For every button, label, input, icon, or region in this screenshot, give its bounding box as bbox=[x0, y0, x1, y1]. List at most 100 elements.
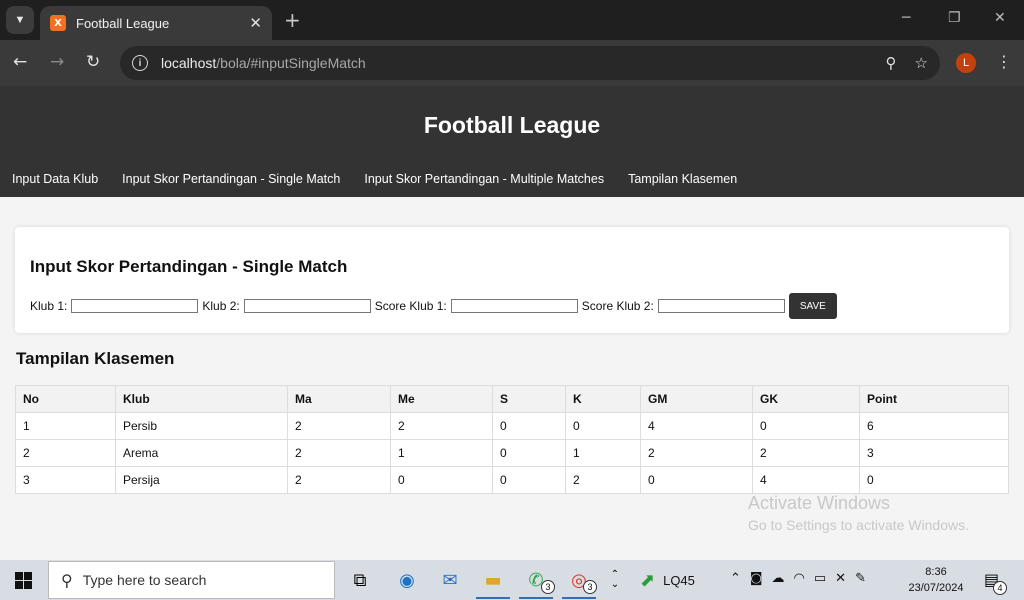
table-row: 1 Persib 2 2 0 0 4 0 6 bbox=[15, 412, 1009, 440]
column-header: GK bbox=[752, 385, 860, 413]
tab-title: Football League bbox=[76, 15, 170, 31]
klub1-label: Klub 1: bbox=[30, 299, 68, 313]
battery-icon[interactable]: ▭ bbox=[814, 571, 826, 586]
search-placeholder: Type here to search bbox=[82, 572, 207, 588]
table-cell: 6 bbox=[859, 412, 1009, 440]
search-icon: ⚲ bbox=[61, 570, 73, 590]
edge-icon[interactable]: ◉ bbox=[395, 569, 419, 591]
klub1-input[interactable] bbox=[71, 299, 199, 313]
table-cell: 0 bbox=[492, 466, 566, 494]
site-title: Football League bbox=[423, 112, 601, 138]
address-bar[interactable]: i localhost /bola/#inputSingleMatch ⚲ ☆ bbox=[120, 46, 940, 80]
whatsapp-badge: 3 bbox=[541, 580, 555, 594]
table-cell: Arema bbox=[115, 439, 288, 467]
mail-icon[interactable]: ✉ bbox=[438, 569, 462, 591]
nav-input-single-match[interactable]: Input Skor Pertandingan - Single Match bbox=[122, 172, 340, 186]
tab-search-button[interactable]: ▼ bbox=[6, 6, 34, 34]
main-nav: Input Data Klub Input Skor Pertandingan … bbox=[12, 172, 737, 186]
windows-taskbar: ⚲ Type here to search ⧉ ◉ ✉ ▬ ✆ 3 ◎ 3 ⌃ ⌄… bbox=[0, 560, 1024, 600]
score2-input[interactable] bbox=[657, 299, 785, 313]
stock-widget[interactable]: ⬈ LQ45 bbox=[640, 570, 695, 591]
score1-input[interactable] bbox=[450, 299, 578, 313]
system-tray: ⌃ ◙ ☁ ◠ ▭ ✕ ✎ bbox=[730, 571, 866, 586]
browser-tab-strip: ▼ X Football League ✕ + ─ ❐ ✕ bbox=[0, 0, 1024, 40]
zoom-icon[interactable]: ⚲ bbox=[886, 54, 897, 72]
taskbar-overflow-chevron-icon[interactable]: ⌃ ⌄ bbox=[603, 569, 627, 591]
speaker-muted-icon[interactable]: ✕ bbox=[835, 571, 846, 586]
nav-tampilan-klasemen[interactable]: Tampilan Klasemen bbox=[628, 172, 737, 186]
column-header: Ma bbox=[287, 385, 391, 413]
klasemen-title: Tampilan Klasemen bbox=[16, 349, 175, 368]
browser-toolbar: ← → ↻ i localhost /bola/#inputSingleMatc… bbox=[0, 40, 1024, 86]
score1-label: Score Klub 1: bbox=[374, 299, 447, 313]
restore-icon[interactable]: ❐ bbox=[948, 10, 961, 26]
klub2-label: Klub 2: bbox=[202, 299, 240, 313]
wifi-icon[interactable]: ◠ bbox=[794, 571, 805, 586]
back-arrow-icon[interactable]: ← bbox=[13, 52, 27, 72]
nav-input-multiple-matches[interactable]: Input Skor Pertandingan - Multiple Match… bbox=[364, 172, 604, 186]
table-cell: Persib bbox=[115, 412, 288, 440]
table-row: 3 Persija 2 0 0 2 0 4 0 bbox=[15, 466, 1009, 494]
activate-windows-subtitle: Go to Settings to activate Windows. bbox=[748, 517, 969, 533]
klub2-input[interactable] bbox=[243, 299, 371, 313]
table-header-row: No Klub Ma Me S K GM GK Point bbox=[15, 385, 1009, 413]
table-cell: 0 bbox=[752, 412, 860, 440]
column-header: S bbox=[492, 385, 566, 413]
browser-tab[interactable]: X Football League ✕ bbox=[40, 6, 272, 40]
main-content: Input Skor Pertandingan - Single Match K… bbox=[0, 197, 1024, 560]
site-info-icon[interactable]: i bbox=[132, 55, 148, 71]
meet-icon[interactable]: ◙ bbox=[750, 571, 763, 586]
active-app-indicator bbox=[476, 597, 510, 599]
table-cell: 4 bbox=[640, 412, 753, 440]
table-cell: 2 bbox=[565, 466, 641, 494]
file-explorer-icon[interactable]: ▬ bbox=[481, 569, 505, 591]
profile-avatar[interactable]: L bbox=[956, 53, 976, 73]
forward-arrow-icon[interactable]: → bbox=[50, 52, 64, 72]
windows-start-icon[interactable] bbox=[15, 572, 32, 589]
table-cell: 2 bbox=[640, 439, 753, 467]
taskbar-search[interactable]: ⚲ Type here to search bbox=[48, 561, 335, 599]
score2-label: Score Klub 2: bbox=[581, 299, 654, 313]
table-cell: 0 bbox=[640, 466, 753, 494]
active-app-indicator bbox=[562, 597, 596, 599]
column-header: Point bbox=[859, 385, 1009, 413]
klasemen-table: No Klub Ma Me S K GM GK Point 1 Persib 2… bbox=[15, 385, 1009, 494]
single-match-form-card: Input Skor Pertandingan - Single Match K… bbox=[15, 227, 1009, 333]
activate-windows-title: Activate Windows bbox=[748, 493, 891, 513]
save-button[interactable]: SAVE bbox=[788, 293, 837, 319]
close-icon[interactable]: ✕ bbox=[249, 14, 262, 32]
bookmark-star-icon[interactable]: ☆ bbox=[915, 54, 928, 72]
reload-icon[interactable]: ↻ bbox=[86, 52, 100, 72]
table-row: 2 Arema 2 1 0 1 2 2 3 bbox=[15, 439, 1009, 467]
column-header: No bbox=[15, 385, 116, 413]
table-cell: 1 bbox=[390, 439, 493, 467]
table-cell: 2 bbox=[287, 439, 391, 467]
pen-icon[interactable]: ✎ bbox=[855, 571, 866, 586]
window-close-icon[interactable]: ✕ bbox=[994, 10, 1006, 26]
column-header: GM bbox=[640, 385, 753, 413]
table-cell: 0 bbox=[390, 466, 493, 494]
form-title: Input Skor Pertandingan - Single Match bbox=[30, 257, 348, 276]
url-path: /bola/#inputSingleMatch bbox=[216, 55, 366, 71]
more-menu-icon[interactable]: ⋮ bbox=[996, 52, 1012, 71]
taskbar-clock[interactable]: 8:36 23/07/2024 bbox=[904, 564, 968, 596]
column-header: K bbox=[565, 385, 641, 413]
chrome-badge: 3 bbox=[583, 580, 597, 594]
task-view-icon[interactable]: ⧉ bbox=[348, 569, 372, 591]
table-cell: 3 bbox=[859, 439, 1009, 467]
table-cell: 1 bbox=[565, 439, 641, 467]
new-tab-button[interactable]: + bbox=[284, 8, 301, 32]
show-hidden-icons-icon[interactable]: ⌃ bbox=[730, 571, 741, 586]
minimize-icon[interactable]: ─ bbox=[902, 10, 910, 26]
site-header: Football League Input Data Klub Input Sk… bbox=[0, 86, 1024, 197]
cloud-icon[interactable]: ☁ bbox=[772, 571, 785, 586]
nav-input-data-klub[interactable]: Input Data Klub bbox=[12, 172, 98, 186]
table-cell: 0 bbox=[859, 466, 1009, 494]
table-cell: Persija bbox=[115, 466, 288, 494]
clock-time: 8:36 bbox=[925, 566, 947, 578]
table-cell: 1 bbox=[15, 412, 116, 440]
table-cell: 2 bbox=[15, 439, 116, 467]
notification-badge: 4 bbox=[993, 581, 1007, 595]
table-cell: 2 bbox=[287, 466, 391, 494]
chevron-down-icon: ▼ bbox=[14, 14, 26, 26]
